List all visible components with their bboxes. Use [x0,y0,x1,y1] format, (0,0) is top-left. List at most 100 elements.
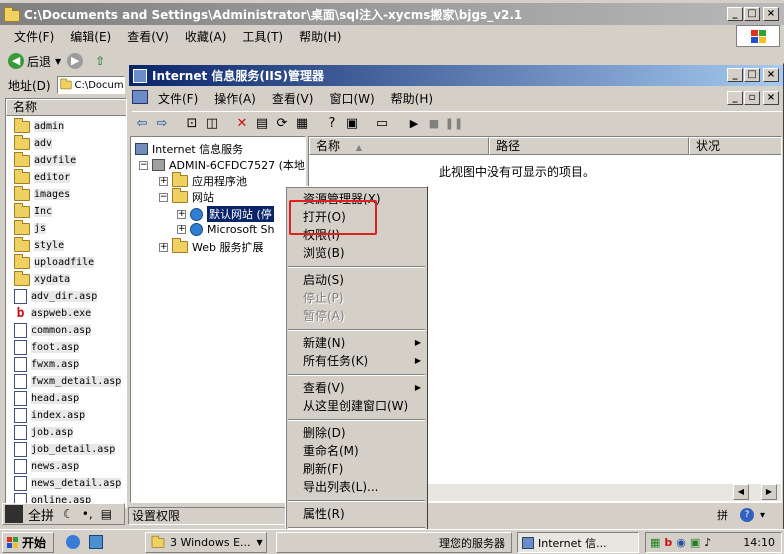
input-method-icon[interactable]: 拼 [717,507,728,523]
file-list-item[interactable]: b aspweb.exe [14,305,92,322]
file-list-item[interactable]: admin [14,117,65,135]
column-path[interactable]: 路径 [489,137,689,155]
file-list-item[interactable]: images [14,185,71,203]
scroll-right-button[interactable]: ▶ [761,484,777,500]
context-menu-item[interactable]: 所有任务(K) ▶ [286,352,427,370]
start-button[interactable]: 开始 [2,532,54,553]
close-button[interactable]: × [763,7,779,21]
name-column-header[interactable]: 名称 [6,99,126,116]
tree-server[interactable]: − ADMIN-6CFDC7527 (本地计 [139,157,305,173]
file-list-item[interactable]: common.asp [14,322,92,339]
collapse-icon[interactable]: − [159,192,168,202]
file-list-item[interactable]: job_detail.asp [14,441,116,458]
child-close-button[interactable]: × [763,91,779,105]
tree-app-pools[interactable]: + 应用程序池 [159,172,247,189]
explorer-menu-item[interactable]: 收藏(A) [177,28,235,45]
iis-menu-item[interactable]: 帮助(H) [383,90,441,107]
iis-minimize-button[interactable]: _ [727,68,743,82]
file-list-item[interactable]: editor [14,168,71,186]
iis-menu-item[interactable]: 窗口(W) [321,90,382,107]
punct-icon[interactable]: •, [82,507,93,521]
quicklaunch-ie-icon[interactable] [66,535,80,549]
pause-icon[interactable]: ❚❚ [444,114,464,134]
file-list-item[interactable]: advfile [14,151,77,169]
column-name[interactable]: 名称 ▲ [309,137,489,155]
scroll-left-button[interactable]: ◀ [733,484,749,500]
iis-menu-item[interactable]: 操作(A) [206,90,264,107]
start-icon[interactable]: ▶ [404,114,424,134]
export-icon[interactable]: ▦ [292,114,312,134]
file-list-item[interactable]: adv_dir.asp [14,288,98,305]
iis-maximize-button[interactable]: □ [744,68,760,82]
expand-icon[interactable]: + [159,242,168,252]
file-list-item[interactable]: news_detail.asp [14,475,122,492]
tray-app-icon[interactable]: b [664,536,672,549]
tray-security-icon[interactable]: ◉ [676,536,686,549]
file-list-item[interactable]: head.asp [14,390,80,407]
delete-icon[interactable]: ✕ [232,114,252,134]
explorer-titlebar[interactable]: C:\Documents and Settings\Administrator\… [0,3,784,25]
iis-menu-item[interactable]: 查看(V) [264,90,322,107]
explorer-menu-item[interactable]: 编辑(E) [62,28,119,45]
moon-icon[interactable]: ☾ [63,507,74,521]
file-list-item[interactable]: fwxm.asp [14,356,80,373]
options-icon[interactable]: ▾ [760,510,765,521]
minimize-button[interactable]: _ [727,7,743,21]
keyboard-icon[interactable]: ▤ [101,507,112,521]
context-menu-item[interactable]: 浏览(B) [286,244,427,262]
file-list-item[interactable]: job.asp [14,424,74,441]
explorer-menu-item[interactable]: 文件(F) [6,28,62,45]
clock[interactable]: 14:10 [743,536,775,549]
help-icon[interactable]: ? [322,114,342,134]
iis-close-button[interactable]: × [763,68,779,82]
iis-menu-item[interactable]: 文件(F) [150,90,206,107]
computer-icon[interactable]: ▭ [372,114,392,134]
context-menu-item[interactable]: 刷新(F) [286,460,427,478]
help-circle-icon[interactable]: ? [740,508,754,522]
expand-icon[interactable]: + [177,209,186,219]
maximize-button[interactable]: □ [744,7,760,21]
forward-button[interactable]: ▶ [67,53,84,69]
explorer-menu-item[interactable]: 查看(V) [119,28,177,45]
file-list-item[interactable]: style [14,236,65,254]
refresh-icon[interactable]: ⟳ [272,114,292,134]
file-list-item[interactable]: news.asp [14,458,80,475]
properties-icon[interactable]: ▤ [252,114,272,134]
file-list-item[interactable]: uploadfile [14,253,95,271]
file-list-item[interactable]: adv [14,134,53,152]
context-menu-item[interactable]: 删除(D) [286,424,427,442]
back-icon[interactable]: ⇦ [132,114,152,134]
collapse-icon[interactable]: − [139,160,148,170]
child-minimize-button[interactable]: _ [727,91,743,105]
tray-network-icon[interactable]: ▦ [650,536,660,549]
tray-shield-icon[interactable]: ▣ [690,536,700,549]
tree-root[interactable]: Internet 信息服务 [135,141,243,157]
file-list-item[interactable]: foot.asp [14,339,80,356]
explorer-menu-item[interactable]: 帮助(H) [291,28,349,45]
taskbar-item-explorer[interactable]: 3 Windows E... ▼ [145,532,267,553]
tree-sharepoint[interactable]: + Microsoft Sh [177,223,275,236]
context-menu-item[interactable]: 属性(R) [286,505,427,523]
ime-logo-icon[interactable] [5,505,23,523]
expand-icon[interactable]: + [159,176,168,186]
up-folder-icon[interactable]: ⇧ [95,54,105,68]
stop-icon[interactable]: ■ [424,114,444,134]
ime-mode[interactable]: 全拼 [28,505,54,524]
show-tree-icon[interactable]: ◫ [202,114,222,134]
context-menu-item[interactable]: 新建(N) ▶ [286,334,427,352]
file-list-item[interactable]: js [14,219,47,237]
tree-default-site[interactable]: + 默认网站 (停 [177,206,274,222]
iis-titlebar[interactable]: Internet 信息服务(IIS)管理器 [129,65,783,86]
context-menu-item[interactable]: 启动(S) [286,271,427,289]
context-menu-item[interactable]: 从这里创建窗口(W) [286,397,427,415]
file-list-item[interactable]: index.asp [14,407,86,424]
quicklaunch-desktop-icon[interactable] [89,535,103,549]
file-list-item[interactable]: Inc [14,202,53,220]
up-level-icon[interactable]: ⊡ [182,114,202,134]
console-icon[interactable]: ▣ [342,114,362,134]
forward-icon[interactable]: ⇨ [152,114,172,134]
context-menu-item[interactable]: 重命名(M) [286,442,427,460]
child-restore-button[interactable]: ▫ [744,91,760,105]
taskbar-item-manage-server[interactable]: 理您的服务器 [276,532,512,553]
context-menu-item[interactable]: 查看(V) ▶ [286,379,427,397]
